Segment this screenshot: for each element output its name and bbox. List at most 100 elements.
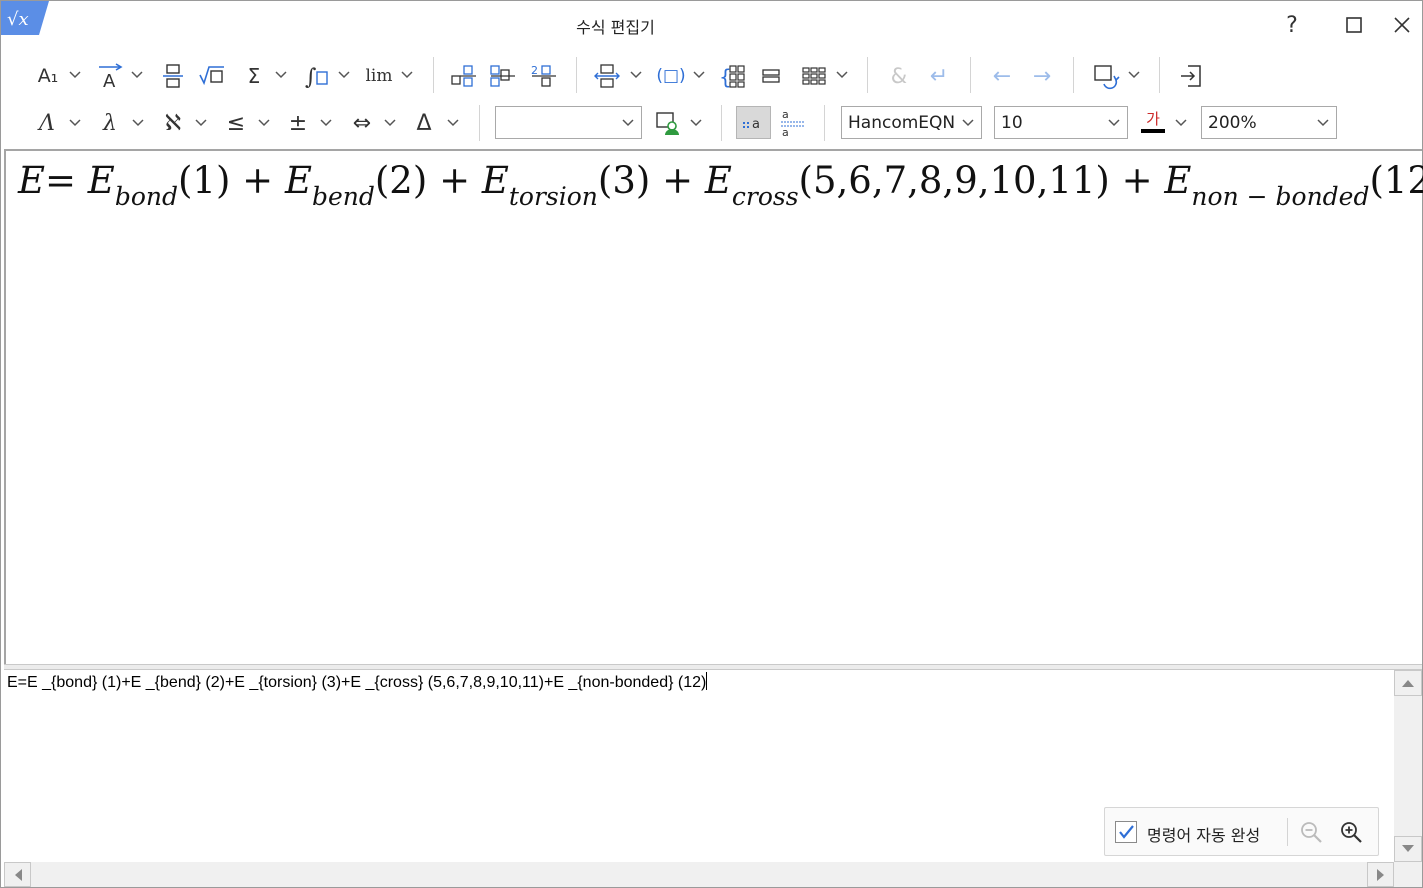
scroll-right-button[interactable]	[1367, 862, 1394, 887]
autocomplete-checkbox[interactable]	[1115, 821, 1137, 843]
forward-button[interactable]: →	[1028, 61, 1056, 91]
relation-icon: ≤	[226, 110, 246, 136]
enter-button[interactable]: ↵	[926, 61, 952, 91]
sum-button[interactable]: Σ	[241, 61, 267, 91]
greek-upper-button[interactable]: Λ	[34, 108, 60, 138]
operator-button[interactable]: ±	[285, 108, 311, 138]
chevron-down-icon[interactable]	[130, 70, 144, 80]
decoration-icon: A	[99, 63, 123, 90]
chevron-down-icon[interactable]	[131, 118, 145, 128]
window-title: 수식 편집기	[576, 18, 655, 37]
scroll-down-button[interactable]	[1394, 836, 1422, 862]
size-select[interactable]: 10	[994, 106, 1128, 139]
bracket-button[interactable]: (□)	[655, 61, 687, 91]
title-bar: √x 수식 편집기 ?	[1, 1, 1422, 49]
sum-icon: Σ	[247, 64, 261, 88]
script-text-line[interactable]: E=E _{bond} (1)+E _{bend} (2)+E _{torsio…	[7, 672, 708, 692]
greek-lower-button[interactable]: λ	[97, 108, 123, 138]
zoom-in-button[interactable]	[1337, 818, 1365, 846]
chevron-down-icon[interactable]	[68, 70, 82, 80]
center-script-button[interactable]	[489, 61, 517, 91]
hebrew-button[interactable]: ℵ	[160, 108, 186, 138]
enter-icon: ↵	[929, 63, 949, 89]
right-arrow-icon	[1376, 868, 1384, 881]
misc-symbol-icon: Δ	[416, 110, 432, 136]
chevron-down-icon[interactable]	[629, 70, 643, 80]
scroll-up-button[interactable]	[1394, 670, 1422, 696]
user-style-button[interactable]	[653, 108, 683, 138]
scroll-left-button[interactable]	[4, 862, 31, 887]
bracket-icon: (□)	[656, 66, 686, 86]
zoom-out-button[interactable]	[1297, 818, 1325, 846]
prescript-button[interactable]: 2	[530, 61, 558, 91]
baseline-align-icon: a	[742, 117, 759, 132]
panel-separator	[1287, 818, 1288, 846]
limit-button[interactable]: lim	[363, 61, 395, 91]
hebrew-icon: ℵ	[164, 110, 182, 136]
convert-icon	[1094, 65, 1120, 90]
vertical-scrollbar[interactable]	[1394, 670, 1422, 862]
close-icon	[1394, 17, 1410, 33]
fraction-button[interactable]	[160, 61, 186, 91]
stack-icon	[762, 69, 780, 83]
align-icon	[594, 64, 620, 88]
chevron-down-icon[interactable]	[1174, 118, 1188, 128]
stack-align-button[interactable]: aa	[777, 106, 809, 139]
left-script-button[interactable]	[450, 61, 478, 91]
chevron-down-icon[interactable]	[194, 118, 208, 128]
zoom-select[interactable]: 200%	[1201, 106, 1337, 139]
insert-icon	[1181, 65, 1201, 87]
toolbar-separator	[721, 105, 722, 141]
horizontal-scrollbar[interactable]	[4, 862, 1394, 887]
font-select[interactable]: HancomEQN	[841, 106, 982, 139]
chevron-down-icon[interactable]	[337, 70, 351, 80]
ampersand-button[interactable]: &	[886, 61, 912, 91]
convert-button[interactable]	[1091, 61, 1121, 91]
chevron-down-icon[interactable]	[692, 70, 706, 80]
zoom-select-value: 200%	[1208, 112, 1257, 133]
chevron-down-icon[interactable]	[274, 70, 288, 80]
chevron-down-icon[interactable]	[689, 118, 703, 128]
svg-text:A: A	[103, 71, 116, 90]
maximize-button[interactable]	[1331, 1, 1377, 49]
root-button[interactable]	[198, 61, 226, 91]
chevron-down-icon	[1317, 119, 1329, 127]
root-icon	[199, 66, 224, 86]
font-select-value: HancomEQN	[848, 112, 956, 133]
chevron-down-icon[interactable]	[68, 118, 82, 128]
misc-symbol-button[interactable]: Δ	[411, 108, 437, 138]
back-button[interactable]: ←	[988, 61, 1016, 91]
insert-button[interactable]	[1177, 61, 1205, 91]
svg-text:a: a	[782, 108, 789, 121]
chevron-down-icon[interactable]	[257, 118, 271, 128]
chevron-down-icon[interactable]	[383, 118, 397, 128]
help-button[interactable]: ?	[1269, 1, 1315, 49]
relation-button[interactable]: ≤	[223, 108, 249, 138]
chevron-down-icon	[1108, 119, 1120, 127]
text-color-button[interactable]: 가	[1138, 107, 1168, 137]
svg-text:2: 2	[531, 64, 538, 77]
rendered-equation: E= Ebond(1) + Ebend(2) + Etorsion(3) + E…	[18, 159, 1423, 211]
equation-preview-pane[interactable]	[4, 149, 1422, 666]
chevron-down-icon[interactable]	[1127, 70, 1141, 80]
color-bar	[1141, 129, 1165, 133]
cases-icon: {	[719, 65, 745, 89]
style-select[interactable]	[495, 106, 642, 139]
chevron-down-icon[interactable]	[319, 118, 333, 128]
align-button[interactable]	[593, 61, 621, 91]
cases-button[interactable]: {	[719, 61, 747, 91]
arrow-button[interactable]: ⇔	[347, 108, 377, 138]
close-button[interactable]	[1379, 1, 1423, 49]
integral-button[interactable]: ∫	[303, 61, 331, 91]
size-select-value: 10	[1001, 112, 1023, 133]
chevron-down-icon[interactable]	[835, 70, 849, 80]
matrix-button[interactable]	[800, 61, 828, 91]
chevron-down-icon[interactable]	[446, 118, 460, 128]
decoration-button[interactable]: A	[96, 61, 124, 91]
chevron-down-icon	[962, 119, 974, 127]
chevron-down-icon[interactable]	[400, 70, 414, 80]
stack-button[interactable]	[759, 61, 783, 91]
style-button[interactable]: A₁	[34, 61, 62, 91]
center-script-icon	[490, 65, 515, 87]
baseline-align-button[interactable]: a	[736, 106, 771, 139]
